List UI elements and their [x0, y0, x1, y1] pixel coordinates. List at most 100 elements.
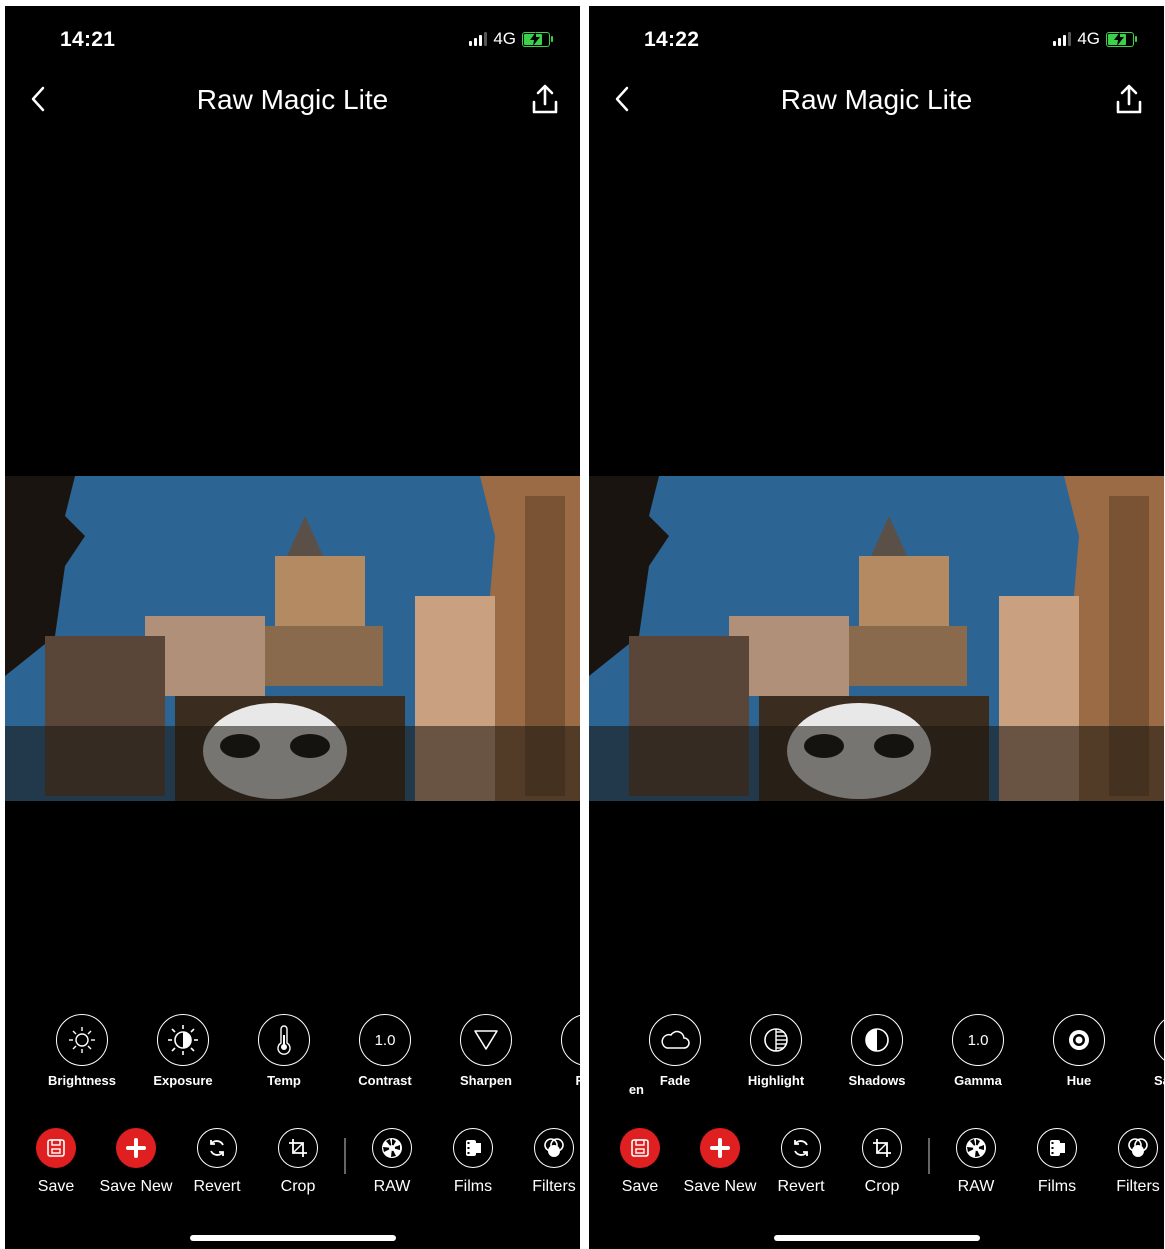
save-button[interactable]: Save: [595, 1128, 685, 1196]
share-icon[interactable]: [530, 82, 560, 116]
hue-icon: [1053, 1014, 1105, 1066]
signal-icon: [1053, 32, 1072, 46]
share-icon[interactable]: [1114, 82, 1144, 116]
tool-label: Sat: [1154, 1073, 1164, 1088]
triangle-icon: [460, 1014, 512, 1066]
page-title: Raw Magic Lite: [196, 84, 389, 115]
action-label: RAW: [957, 1178, 995, 1195]
revert-button[interactable]: Revert: [172, 1128, 262, 1196]
raw-button[interactable]: RAW: [931, 1128, 1021, 1196]
action-label: Crop: [864, 1178, 900, 1195]
status-indicators: 4G: [469, 28, 553, 50]
tool-label: Gamma: [954, 1073, 1002, 1088]
shadows-icon: [851, 1014, 903, 1066]
tool-label: Temp: [267, 1073, 301, 1088]
tool-label: Brightness: [48, 1073, 116, 1088]
tool-brightness[interactable]: Brightness: [32, 1014, 132, 1088]
toolbar-divider: [344, 1138, 346, 1174]
film-icon: [453, 1128, 493, 1168]
action-label: Revert: [777, 1178, 825, 1195]
tool-temp[interactable]: Temp: [234, 1014, 334, 1088]
toolbar-divider: [928, 1138, 930, 1174]
filters-button[interactable]: Filters: [1093, 1128, 1164, 1196]
network-type: 4G: [1077, 29, 1100, 48]
crop-button[interactable]: Crop: [837, 1128, 927, 1196]
exposure-icon: [157, 1014, 209, 1066]
action-label: Crop: [280, 1178, 316, 1195]
plus-icon: [116, 1128, 156, 1168]
phone-screen-left: 14:21 4G Raw Magic Lite Brightness Expos…: [5, 6, 580, 1249]
tool-contrast[interactable]: 1.0 Contrast: [335, 1014, 435, 1088]
tool-label: Shadows: [848, 1073, 906, 1088]
tool-label: Hue: [1066, 1073, 1092, 1088]
tool-sharpen[interactable]: Sharpen: [436, 1014, 536, 1088]
tool-label: Contrast: [358, 1073, 412, 1088]
crop-button[interactable]: Crop: [253, 1128, 343, 1196]
home-indicator[interactable]: [773, 1235, 980, 1241]
plus-icon: [700, 1128, 740, 1168]
action-label: RAW: [373, 1178, 411, 1195]
tool-gamma[interactable]: 1.0 Gamma: [928, 1014, 1028, 1088]
home-indicator[interactable]: [189, 1235, 396, 1241]
tool-hue[interactable]: Hue: [1029, 1014, 1129, 1088]
revert-button[interactable]: Revert: [756, 1128, 846, 1196]
tool-highlight[interactable]: Highlight: [726, 1014, 826, 1088]
aperture-icon: [372, 1128, 412, 1168]
tool-sat-partial[interactable]: Sat: [1130, 1014, 1164, 1088]
battery-charging-icon: [522, 31, 553, 47]
phone-screen-right: 14:22 4G Raw Magic Lite en Fade Highligh…: [589, 6, 1164, 1249]
crop-icon: [862, 1128, 902, 1168]
raw-button[interactable]: RAW: [347, 1128, 437, 1196]
tool-shadows[interactable]: Shadows: [827, 1014, 927, 1088]
status-time: 14:22: [644, 28, 700, 51]
adjustment-tools: Brightness Exposure Temp 1.0 Contrast Sh…: [5, 1014, 580, 1094]
films-button[interactable]: Films: [428, 1128, 518, 1196]
tool-fen-partial[interactable]: Fen: [537, 1014, 580, 1088]
filters-icon: [1118, 1128, 1158, 1168]
action-bar: Save Save New Revert Crop RAW Films Filt…: [589, 1128, 1164, 1203]
signal-icon: [469, 32, 488, 46]
cloud-icon: [649, 1014, 701, 1066]
partial-icon: [1154, 1014, 1164, 1066]
action-label: Save: [621, 1178, 659, 1195]
save-icon: [620, 1128, 660, 1168]
tool-exposure[interactable]: Exposure: [133, 1014, 233, 1088]
save-icon: [36, 1128, 76, 1168]
highlight-icon: [750, 1014, 802, 1066]
save-button[interactable]: Save: [11, 1128, 101, 1196]
action-label: Films: [453, 1178, 493, 1195]
tool-label: Fen: [575, 1073, 580, 1088]
action-label: Save: [37, 1178, 75, 1195]
filters-icon: [534, 1128, 574, 1168]
films-button[interactable]: Films: [1012, 1128, 1102, 1196]
thermometer-icon: [258, 1014, 310, 1066]
value-icon: 1.0: [952, 1014, 1004, 1066]
status-indicators: 4G: [1053, 28, 1137, 50]
status-time: 14:21: [60, 28, 116, 51]
adjustment-tools: en Fade Highlight Shadows 1.0 Gamma Hue …: [589, 1014, 1164, 1097]
action-label: Filters: [1116, 1178, 1160, 1195]
action-label: Films: [1037, 1178, 1077, 1195]
aperture-icon: [956, 1128, 996, 1168]
save-new-button[interactable]: Save New: [675, 1128, 765, 1196]
revert-icon: [197, 1128, 237, 1168]
filters-button[interactable]: Filters: [509, 1128, 580, 1196]
battery-charging-icon: [1106, 31, 1137, 47]
film-icon: [1037, 1128, 1077, 1168]
action-label: Save New: [683, 1178, 757, 1195]
sun-icon: [56, 1014, 108, 1066]
tool-label: Exposure: [153, 1073, 213, 1088]
photo-preview[interactable]: [5, 476, 580, 801]
photo-preview[interactable]: [589, 476, 1164, 801]
action-label: Filters: [532, 1178, 576, 1195]
crop-icon: [278, 1128, 318, 1168]
tool-label: Fade: [659, 1073, 691, 1088]
partial-icon: [561, 1014, 580, 1066]
tool-fade[interactable]: Fade: [625, 1014, 725, 1088]
action-bar: Save Save New Revert Crop RAW Films Filt…: [5, 1128, 580, 1203]
save-new-button[interactable]: Save New: [91, 1128, 181, 1196]
tool-label: Highlight: [747, 1073, 805, 1088]
page-title: Raw Magic Lite: [780, 84, 973, 115]
network-type: 4G: [493, 29, 516, 48]
action-label: Save New: [99, 1178, 173, 1195]
